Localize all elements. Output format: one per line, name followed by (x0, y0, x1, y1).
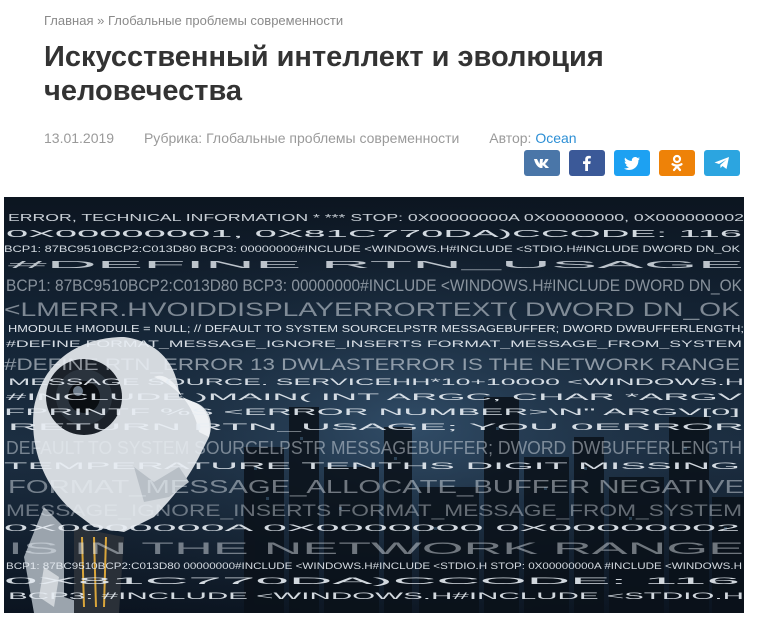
article-title: Искусственный интеллект и эволюция челов… (44, 41, 604, 107)
share-telegram-button[interactable] (704, 150, 740, 176)
share-odnoklassniki-button[interactable] (659, 150, 695, 176)
code-line: BCP1: 87BC9510BCP2:C013D80 00000000#INCL… (6, 561, 742, 571)
code-line: #DEFINE RTN_ERROR 13 DWLASTERROR IS THE … (4, 355, 740, 374)
hero-image: ERROR, TECHNICAL INFORMATION * *** STOP:… (4, 197, 744, 613)
share-twitter-button[interactable] (614, 150, 650, 176)
breadcrumb-home-link[interactable]: Главная (44, 13, 93, 28)
share-vk-button[interactable] (524, 150, 560, 176)
code-line: MESSAGE SOURCE. SERVICEHH*10+10000 <WIND… (8, 377, 744, 387)
code-line: ERROR, TECHNICAL INFORMATION * *** STOP:… (8, 213, 744, 224)
code-line: #DEFINE FORMAT_MESSAGE_IGNORE_INSERTS FO… (6, 339, 742, 349)
category-link[interactable]: Глобальные проблемы современности (206, 130, 459, 146)
code-line: DEFAULT TO SYSTEM SOURCELPSTR MESSAGEBUF… (6, 438, 742, 458)
code-line: #INCLUDE )MAIN( INT ARGC, CHAR *ARGV (6, 392, 742, 402)
code-line: BCP3: #INCLUDE <WINDOWS.H#INCLUDE <STDIO… (8, 591, 744, 601)
code-line: #DEFINE RTN_USAGE (8, 260, 744, 271)
code-line: BCP1: 87BC9510BCP2:C013D80 BCP3: 0000000… (6, 276, 743, 295)
article-date: 13.01.2019 (44, 130, 115, 146)
code-overlay: ERROR, TECHNICAL INFORMATION * *** STOP:… (4, 213, 744, 601)
code-line: FPRINTF %S <ERROR NUMBER>\N" ARGV[0] (4, 407, 740, 417)
article-category: Рубрика: Глобальные проблемы современнос… (144, 130, 459, 146)
code-line: IS IN THE NETWORK RANGE (8, 539, 744, 558)
code-line: FORMAT_MESSAGE_ALLOCATE_BUFFER NEGATIVE (8, 477, 744, 498)
code-line: BCP1: 87BC9510BCP2:C013D80 BCP3: 0000000… (4, 244, 740, 254)
article-author: Автор: Ocean (489, 130, 576, 146)
code-line: 0X81C770DA)CCODE: 116 (4, 576, 740, 586)
code-line: HMODULE HMODULE = NULL; // DEFAULT TO SY… (8, 324, 744, 335)
code-line: <LMERR.HVOIDDISPLAYERRORTEXT( DWORD DN_O… (4, 300, 740, 321)
author-prefix: Автор: (489, 130, 532, 146)
breadcrumb: Главная » Глобальные проблемы современно… (44, 13, 343, 28)
breadcrumb-category-link[interactable]: Глобальные проблемы современности (108, 13, 343, 28)
code-line: RETURN RTN_USAGE; YOU 0ERROR (8, 422, 744, 432)
article-meta: 13.01.2019 Рубрика: Глобальные проблемы … (44, 130, 603, 146)
code-line: TEMPERATURE TENTHS DIGIT MISSING (4, 461, 740, 471)
code-line: 0X0000000A 0X0000000 0X00000002 (4, 523, 740, 533)
author-link[interactable]: Ocean (535, 130, 576, 146)
code-line: MESSAGE_IGNORE_INSERTS FORMAT_MESSAGE_FR… (6, 501, 742, 520)
share-facebook-button[interactable] (569, 150, 605, 176)
breadcrumb-separator: » (97, 13, 105, 28)
code-line: 0X00000001, 0X81C770DA)CCODE: 116 (6, 229, 744, 240)
category-prefix: Рубрика: (143, 130, 203, 146)
